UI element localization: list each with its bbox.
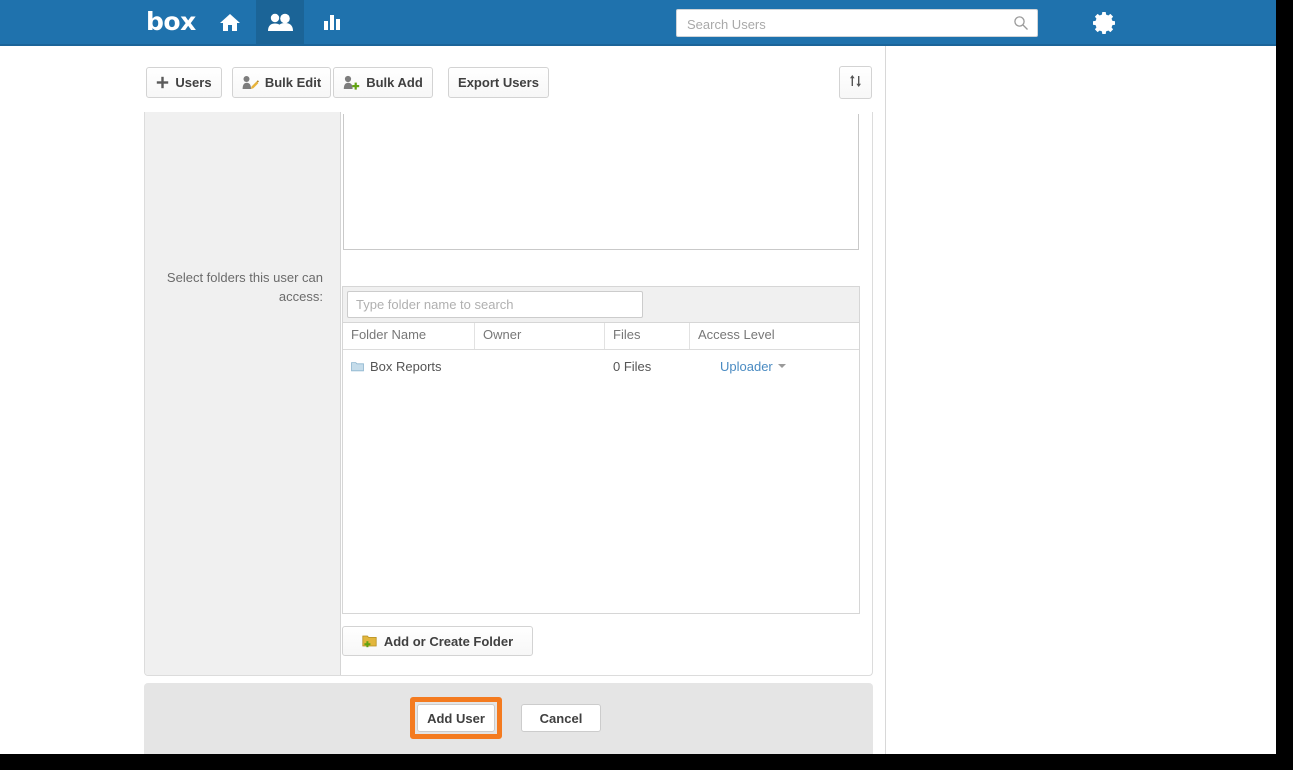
column-header-folder-name: Folder Name: [343, 323, 475, 349]
folder-access-table: Folder Name Owner Files Access Level Box…: [342, 323, 860, 614]
settings-gear-button[interactable]: [1090, 9, 1118, 37]
form-label-column: Select folders this user can access:: [145, 112, 341, 675]
folder-search-input[interactable]: [347, 291, 643, 318]
screen-edge-bottom: [0, 754, 1293, 770]
cancel-button[interactable]: Cancel: [521, 704, 601, 732]
users-icon: [267, 12, 293, 32]
search-input[interactable]: [685, 10, 999, 38]
folder-icon: [351, 361, 364, 372]
bulk-edit-button[interactable]: Bulk Edit: [232, 67, 331, 98]
home-icon: [219, 12, 241, 32]
search-users-box[interactable]: [676, 9, 1038, 38]
select-folders-label: Select folders this user can access:: [166, 270, 323, 304]
gear-icon: [1093, 12, 1115, 34]
app-screen: box Search Users Users Bulk Edit Bulk Ad…: [0, 0, 1276, 754]
search-icon[interactable]: [1013, 15, 1029, 31]
add-or-create-folder-button[interactable]: Add or Create Folder: [342, 626, 533, 656]
add-user-label: Add User: [427, 710, 485, 726]
content-divider: [885, 46, 886, 754]
top-header-bar: box: [0, 0, 1276, 46]
form-footer-bar: [144, 683, 873, 754]
table-row[interactable]: Box Reports 0 Files Uploader: [343, 350, 859, 382]
cell-folder-name: Box Reports: [343, 359, 475, 374]
cell-access-level[interactable]: Uploader: [690, 359, 859, 374]
screen-edge-right: [1276, 0, 1293, 754]
access-level-dropdown[interactable]: Uploader: [720, 359, 773, 374]
nav-tab-home[interactable]: [206, 0, 254, 44]
add-folder-label: Add or Create Folder: [383, 633, 514, 649]
cell-files: 0 Files: [613, 358, 652, 374]
reports-icon: [322, 12, 342, 32]
sort-arrows-icon: [848, 73, 863, 92]
sort-button[interactable]: [839, 66, 872, 99]
bulk-add-button[interactable]: Bulk Add: [333, 67, 433, 98]
add-folder-icon: [362, 634, 378, 648]
nav-tab-reports[interactable]: [308, 0, 356, 44]
box-logo[interactable]: box: [146, 9, 196, 35]
bulk-add-icon: [343, 75, 360, 90]
nav-tab-users[interactable]: [256, 0, 304, 44]
column-header-access-level: Access Level: [698, 327, 775, 342]
bulk-edit-label: Bulk Edit: [264, 75, 322, 90]
plus-icon: [156, 76, 169, 89]
export-users-button[interactable]: Export Users: [448, 67, 549, 98]
folder-table-header: Folder Name Owner Files Access Level: [343, 323, 859, 350]
users-toolbar: [0, 46, 886, 111]
folder-name-text: Box Reports: [370, 358, 442, 374]
user-details-textarea[interactable]: [343, 114, 859, 250]
cancel-label: Cancel: [539, 710, 583, 726]
column-header-files: Files: [605, 323, 690, 349]
column-header-owner: Owner: [475, 323, 605, 349]
add-users-button[interactable]: Users: [146, 67, 222, 98]
bulk-edit-icon: [242, 75, 259, 90]
add-user-button[interactable]: Add User: [417, 704, 495, 732]
chevron-down-icon[interactable]: [777, 364, 786, 368]
folder-search-bar: [342, 286, 860, 323]
bulk-add-label: Bulk Add: [366, 75, 423, 90]
export-users-label: Export Users: [458, 75, 539, 90]
add-users-label: Users: [175, 75, 212, 90]
add-user-form-panel: Select folders this user can access: Fol…: [144, 112, 873, 676]
